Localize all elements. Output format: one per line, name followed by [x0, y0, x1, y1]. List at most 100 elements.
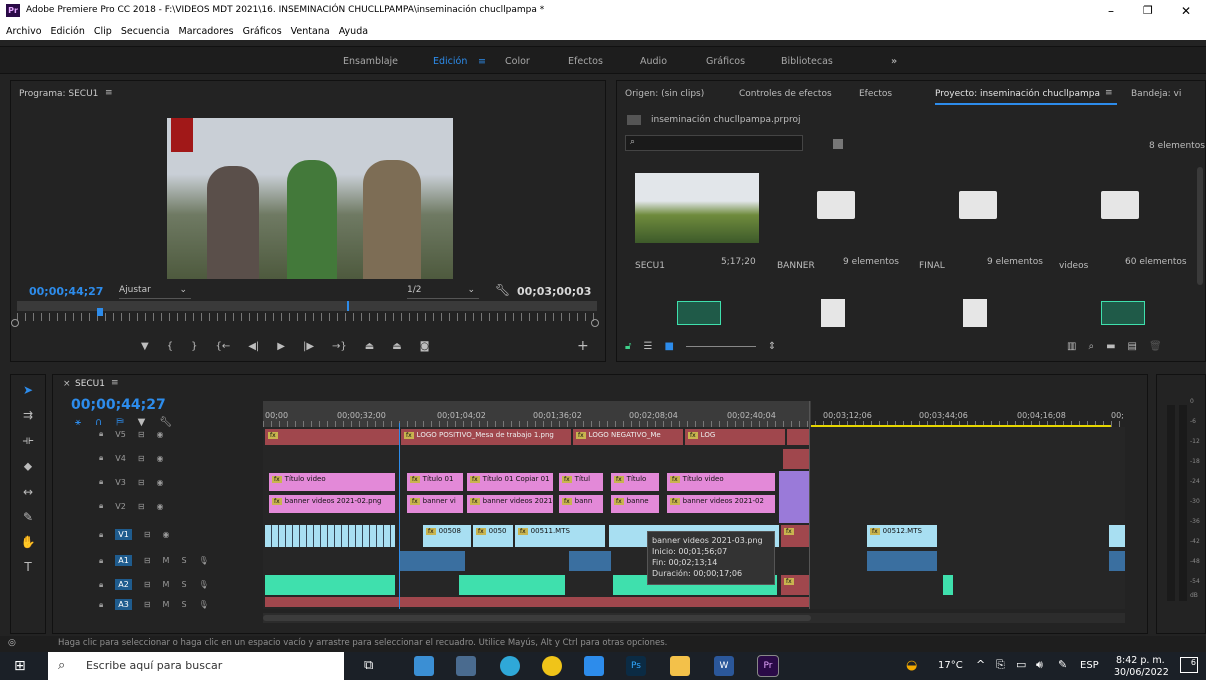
resolution-dropdown[interactable]: 1/2 ⌄ — [407, 285, 479, 299]
track-label[interactable]: V1 — [115, 529, 132, 540]
scroll-right-handle[interactable] — [591, 319, 599, 327]
clip-v4-end[interactable] — [783, 449, 809, 469]
sync-icon[interactable]: ⊟ — [144, 556, 151, 565]
sync-icon[interactable]: ⊟ — [144, 600, 151, 609]
volume-icon[interactable]: 🔊︎ — [1036, 658, 1043, 672]
chrome-icon[interactable] — [542, 656, 562, 676]
tray-chevron-icon[interactable]: ^ — [976, 658, 985, 671]
ws-graficos[interactable]: Gráficos — [706, 56, 745, 67]
clip-v2-banner-2021-02[interactable]: fx banner videos 2021-02 — [667, 495, 775, 513]
menu-clip[interactable]: Clip — [94, 26, 112, 37]
solo-icon[interactable]: S — [181, 580, 186, 589]
language-indicator[interactable]: ESP — [1080, 660, 1099, 671]
menu-archivo[interactable]: Archivo — [6, 26, 42, 37]
timeline-playhead[interactable] — [399, 423, 400, 609]
clip-v2-banner-vi[interactable]: fx banner vi — [407, 495, 463, 513]
pen-tray-icon[interactable]: ✎ — [1058, 658, 1067, 671]
wrench-icon[interactable]: 🔧︎ — [495, 283, 510, 297]
windows-start-icon[interactable]: ⊞ — [14, 658, 26, 674]
mark-out-icon[interactable]: } — [191, 341, 197, 352]
clip-v1-0050[interactable]: fx 0050 — [473, 525, 513, 547]
clip-v5-end[interactable] — [787, 429, 809, 445]
sync-icon[interactable]: ⊟ — [144, 580, 151, 589]
track-label[interactable]: A1 — [115, 555, 132, 566]
menu-ventana[interactable]: Ventana — [291, 26, 330, 37]
step-back-icon[interactable]: ◀| — [248, 341, 259, 352]
ws-ensamblaje[interactable]: Ensamblaje — [343, 56, 398, 67]
lock-icon[interactable]: 🔒︎ — [99, 453, 103, 463]
go-to-in-icon[interactable]: {← — [215, 341, 230, 352]
ws-audio[interactable]: Audio — [640, 56, 667, 67]
timeline-tracks-area[interactable]: fx fx LOGO POSITIVO_Mesa de trabajo 1.png… — [263, 401, 1125, 609]
clip-v3-titulo-video[interactable]: fx Título video — [269, 473, 395, 491]
ripple-edit-icon[interactable]: ⟛ — [23, 433, 34, 448]
new-item-icon[interactable]: ▤ — [1128, 341, 1137, 352]
track-label[interactable]: A2 — [115, 579, 132, 590]
clip-a1-audio[interactable] — [399, 551, 465, 571]
find-icon[interactable]: ⌕ — [1088, 341, 1094, 352]
lock-icon[interactable]: 🔒︎ — [99, 556, 103, 566]
lock-icon[interactable]: 🔒︎ — [99, 530, 103, 540]
mute-icon[interactable]: M — [163, 580, 170, 589]
timeline-menu-icon[interactable]: ≡ — [111, 378, 119, 388]
new-bin-icon[interactable]: ▬ — [1106, 341, 1115, 352]
clip-v2-purple[interactable] — [779, 471, 809, 523]
eye-icon[interactable]: ◉ — [157, 502, 164, 511]
clip-v3-titulo-01-copiar[interactable]: fx Título 01 Copiar 01 — [467, 473, 553, 491]
track-label[interactable]: V3 — [115, 478, 126, 487]
menu-ayuda[interactable]: Ayuda — [339, 26, 368, 37]
clip-a2-green[interactable] — [265, 575, 395, 595]
timeline-close-icon[interactable]: × — [63, 379, 71, 389]
weather-icon[interactable]: ◒ — [906, 658, 917, 673]
menu-secuencia[interactable]: Secuencia — [121, 26, 170, 37]
minimize-button[interactable]: – — [1108, 4, 1114, 18]
clip-v3-titulo-video-2[interactable]: fx Título video — [667, 473, 775, 491]
tab-origen[interactable]: Origen: (sin clips) — [625, 89, 704, 99]
microphone-icon[interactable]: 🎙︎ — [199, 580, 209, 589]
extract-icon[interactable]: ⏏ — [392, 341, 401, 352]
store-icon[interactable] — [414, 656, 434, 676]
sync-icon[interactable]: ⊟ — [138, 454, 145, 463]
menu-edicion[interactable]: Edición — [51, 26, 85, 37]
edge-icon[interactable] — [500, 656, 520, 676]
microphone-icon[interactable]: 🎙︎ — [199, 556, 209, 565]
clock-time[interactable]: 8:42 p. m. — [1116, 655, 1165, 666]
track-label[interactable]: V2 — [115, 502, 126, 511]
photoshop-icon[interactable]: Ps — [626, 656, 646, 676]
eye-icon[interactable]: ◉ — [163, 530, 170, 539]
clip-v2-banne[interactable]: fx banne — [611, 495, 659, 513]
clip-v3-titul[interactable]: fx Títul — [559, 473, 603, 491]
tab-proyecto[interactable]: Proyecto: inseminación chucllpampa — [935, 89, 1100, 99]
lock-icon[interactable]: 🔒︎ — [99, 429, 103, 439]
network-icon[interactable]: ⎘ — [996, 658, 1005, 672]
clip-a2-green-2[interactable] — [459, 575, 565, 595]
fit-dropdown[interactable]: Ajustar ⌄ — [119, 285, 191, 299]
clip-v1-00512[interactable]: fx 00512.MTS — [867, 525, 937, 547]
lock-icon[interactable]: 🔒︎ — [99, 501, 103, 511]
sync-icon[interactable]: ⊟ — [138, 478, 145, 487]
project-search-input[interactable] — [642, 137, 798, 149]
clip-a2-small[interactable] — [943, 575, 953, 595]
task-view-icon[interactable]: ⧉ — [364, 658, 373, 673]
taskbar-search[interactable]: ⌕ Escribe aquí para buscar — [48, 652, 344, 680]
project-item-videos[interactable]: videos 60 elementos — [1051, 167, 1189, 285]
ws-color[interactable]: Color — [505, 56, 530, 67]
file-explorer-icon[interactable] — [670, 656, 690, 676]
step-forward-icon[interactable]: |▶ — [303, 341, 314, 352]
program-ruler[interactable] — [17, 313, 597, 321]
new-bin-search-icon[interactable] — [833, 139, 843, 149]
calculator-icon[interactable] — [456, 656, 476, 676]
pen-icon[interactable]: ✎ — [23, 510, 33, 524]
program-zoom-bar[interactable] — [17, 301, 597, 311]
program-menu-icon[interactable]: ≡ — [105, 88, 113, 98]
type-icon[interactable]: T — [24, 560, 31, 574]
solo-icon[interactable]: S — [181, 600, 186, 609]
clip-v2-banner-02[interactable]: fx banner videos 2021-02.png — [269, 495, 395, 513]
project-search-box[interactable]: ⌕ — [625, 135, 803, 151]
program-timecode[interactable]: 00;00;44;27 — [29, 285, 103, 298]
eye-icon[interactable]: ◉ — [157, 430, 164, 439]
track-select-icon[interactable]: ⇉ — [23, 408, 33, 422]
clock-date[interactable]: 30/06/2022 — [1114, 667, 1169, 678]
list-view-icon[interactable]: ☰ — [643, 341, 652, 352]
project-scrollbar[interactable] — [1197, 167, 1203, 285]
